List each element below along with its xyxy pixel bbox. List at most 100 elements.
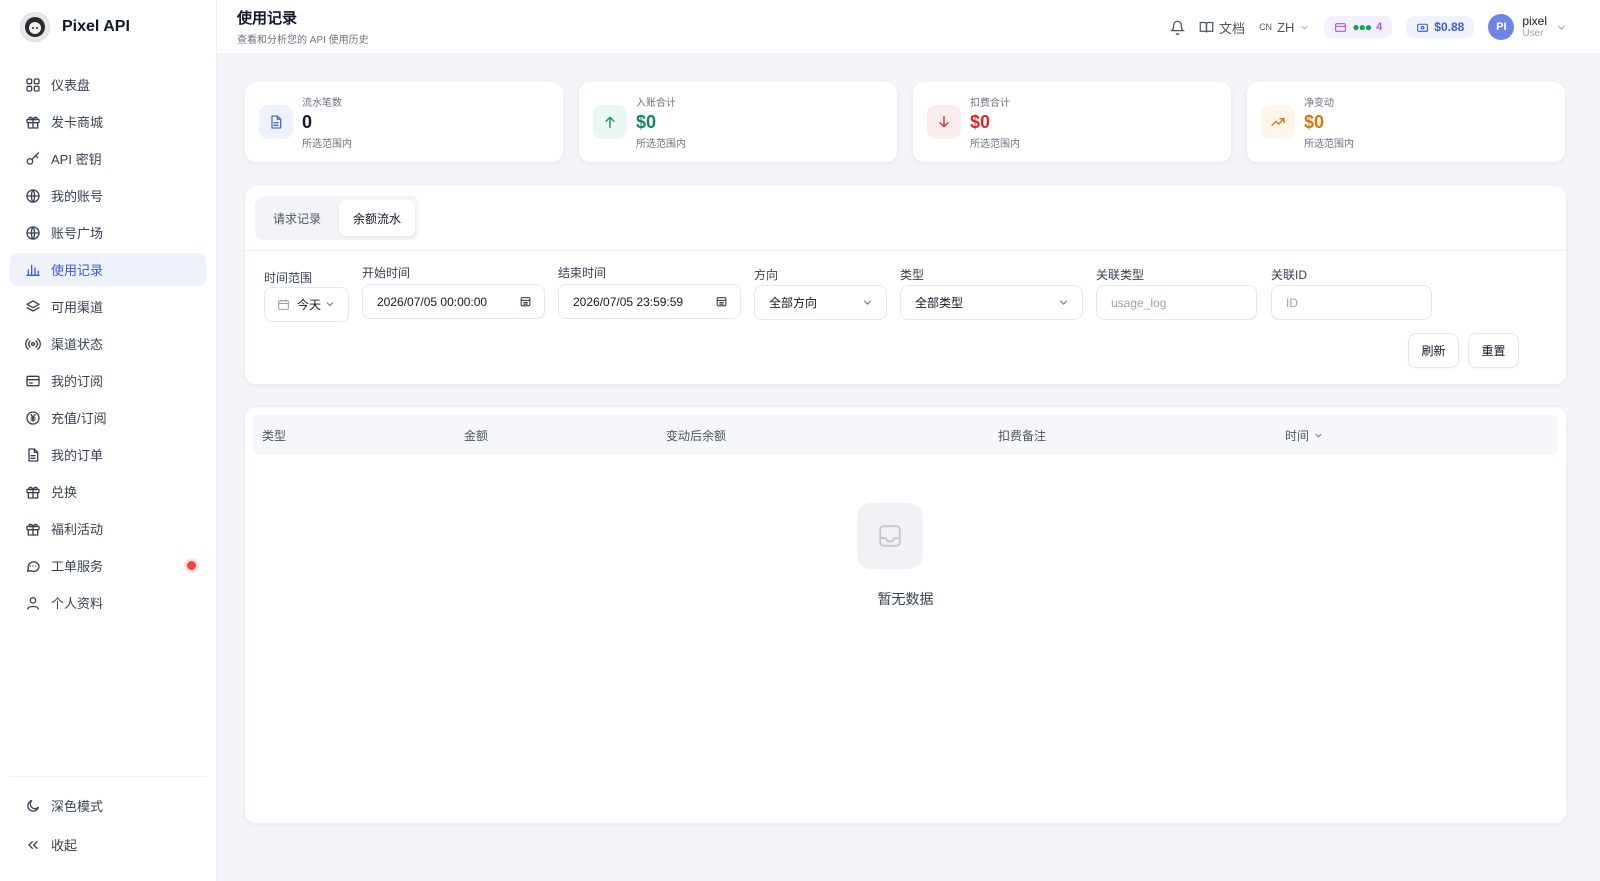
column-header-balance-after[interactable]: 变动后余额 [666, 427, 726, 444]
record-tabs: 请求记录 余额流水 [255, 196, 420, 240]
card-icon [1335, 22, 1347, 32]
docs-link[interactable]: 文档 [1199, 18, 1245, 37]
end-time-input[interactable]: 2026/07/05 23:59:59 [558, 284, 741, 319]
document-icon [24, 446, 41, 463]
sidebar-item-label: 我的订阅 [51, 374, 104, 389]
stat-card: 净变动 $0 所选范围内 [1246, 81, 1566, 163]
sidebar-item-12[interactable]: 福利活动 [10, 512, 206, 545]
range-value: 今天 [297, 298, 322, 312]
column-header-time[interactable]: 时间 [1285, 427, 1324, 444]
moon-icon [24, 797, 41, 814]
sidebar-item-2[interactable]: API 密钥 [10, 142, 206, 175]
stat-label: 扣费合计 [970, 98, 1010, 109]
sidebar-item-7[interactable]: 渠道状态 [10, 327, 206, 360]
direction-select[interactable]: 全部方向 [754, 285, 887, 320]
panel-divider [245, 250, 1566, 251]
type-label: 类型 [900, 268, 925, 282]
column-header-amount[interactable]: 金额 [464, 427, 488, 444]
user-role: User [1522, 27, 1544, 39]
sidebar-item-label: 福利活动 [51, 522, 104, 537]
ledger-table: 类型 金额 变动后余额 扣费备注 时间 暂无数据 [244, 406, 1567, 824]
yen-coin-icon [24, 409, 41, 426]
range-select[interactable]: 今天 [264, 287, 349, 322]
docs-label: 文档 [1219, 20, 1246, 36]
empty-state-text: 暂无数据 [877, 591, 934, 607]
start-time-value: 2026/07/05 00:00:00 [377, 294, 488, 309]
notification-bell-icon[interactable] [1170, 20, 1186, 35]
range-label: 时间范围 [264, 271, 313, 285]
end-time-label: 结束时间 [558, 266, 607, 280]
stat-label: 净变动 [1304, 98, 1334, 109]
sidebar-item-0[interactable]: 仪表盘 [10, 68, 206, 101]
gift-icon [24, 520, 41, 537]
ref-id-input[interactable]: ID [1271, 285, 1432, 320]
sort-chevron-icon [1315, 433, 1322, 438]
sidebar-bottom-label: 深色模式 [51, 799, 104, 814]
sidebar-bottom: 深色模式 收起 [10, 776, 206, 867]
chevron-down-icon [1557, 24, 1566, 30]
sidebar-item-4[interactable]: 账号广场 [10, 216, 206, 249]
sidebar-item-5[interactable]: 使用记录 [10, 253, 206, 286]
arrow-down-icon [927, 105, 961, 139]
sidebar-item-label: 充值/订阅 [51, 411, 107, 426]
stat-value: $0 [970, 112, 991, 132]
user-menu[interactable]: PI pixel User [1488, 14, 1568, 40]
status-indicator[interactable]: ●●● 4 [1324, 16, 1393, 38]
ref-id-label: 关联ID [1271, 268, 1308, 282]
credit-card-icon [24, 372, 41, 389]
stat-label: 入账合计 [636, 98, 676, 109]
tab-0[interactable]: 请求记录 [259, 200, 335, 236]
balance-badge[interactable]: $0.88 [1406, 16, 1475, 38]
sidebar-item-1[interactable]: 发卡商城 [10, 105, 206, 138]
book-icon [1199, 21, 1214, 33]
sidebar-item-label: API 密钥 [51, 152, 102, 167]
type-select[interactable]: 全部类型 [900, 285, 1083, 320]
ref-type-input[interactable]: usage_log [1096, 285, 1257, 320]
notification-dot [187, 561, 196, 570]
stat-hint: 所选范围内 [636, 139, 686, 150]
reset-button[interactable]: 重置 [1468, 333, 1519, 368]
user-icon [24, 594, 41, 611]
direction-label: 方向 [754, 268, 779, 282]
sidebar-item-13[interactable]: 工单服务 [10, 549, 206, 582]
dark-mode-toggle[interactable]: 深色模式 [10, 789, 206, 822]
sidebar-item-3[interactable]: 我的账号 [10, 179, 206, 212]
bar-chart-icon [24, 261, 41, 278]
brand[interactable]: Pixel API [0, 0, 216, 54]
table-header: 类型 金额 变动后余额 扣费备注 时间 [253, 415, 1558, 455]
refresh-button[interactable]: 刷新 [1408, 333, 1459, 368]
type-value: 全部类型 [915, 296, 964, 310]
direction-value: 全部方向 [769, 296, 818, 310]
page-subtitle: 查看和分析您的 API 使用历史 [237, 35, 369, 46]
start-time-label: 开始时间 [362, 266, 411, 280]
collapse-sidebar-button[interactable]: 收起 [10, 828, 206, 861]
chevron-down-icon [863, 300, 872, 305]
stat-hint: 所选范围内 [970, 139, 1020, 150]
language-switcher[interactable]: CN ZH [1259, 20, 1310, 35]
sidebar-item-9[interactable]: 充值/订阅 [10, 401, 206, 434]
sidebar-item-8[interactable]: 我的订阅 [10, 364, 206, 397]
start-time-input[interactable]: 2026/07/05 00:00:00 [362, 284, 545, 319]
wallet-icon [1417, 23, 1429, 32]
stat-label: 流水笔数 [302, 98, 342, 109]
tab-1[interactable]: 余额流水 [339, 200, 416, 236]
sidebar-item-6[interactable]: 可用渠道 [10, 290, 206, 323]
stat-hint: 所选范围内 [302, 139, 352, 150]
sidebar-item-11[interactable]: 兑换 [10, 475, 206, 508]
top-header: 使用记录 查看和分析您的 API 使用历史 文档 CN ZH ●●● 4 $0.… [217, 0, 1600, 54]
gift-icon [24, 483, 41, 500]
double-chevron-left-icon [24, 836, 41, 853]
language-label: ZH [1277, 19, 1295, 35]
sidebar-bottom-label: 收起 [51, 838, 78, 853]
chevron-down-icon [1059, 300, 1068, 305]
sidebar-item-label: 仪表盘 [51, 78, 91, 93]
end-time-value: 2026/07/05 23:59:59 [573, 294, 684, 309]
globe-icon [24, 187, 41, 204]
column-header-remark[interactable]: 扣费备注 [998, 427, 1046, 444]
sidebar-item-label: 兑换 [51, 485, 78, 500]
sidebar-item-14[interactable]: 个人资料 [10, 586, 206, 619]
column-header-type[interactable]: 类型 [262, 427, 286, 444]
ref-type-placeholder: usage_log [1111, 295, 1167, 310]
sidebar-item-10[interactable]: 我的订单 [10, 438, 206, 471]
stats-row: 流水笔数 0 所选范围内 入账合计 $0 所选范围内 扣费合计 $0 所选范围内 净变动 $0 所选范… [244, 81, 1566, 163]
